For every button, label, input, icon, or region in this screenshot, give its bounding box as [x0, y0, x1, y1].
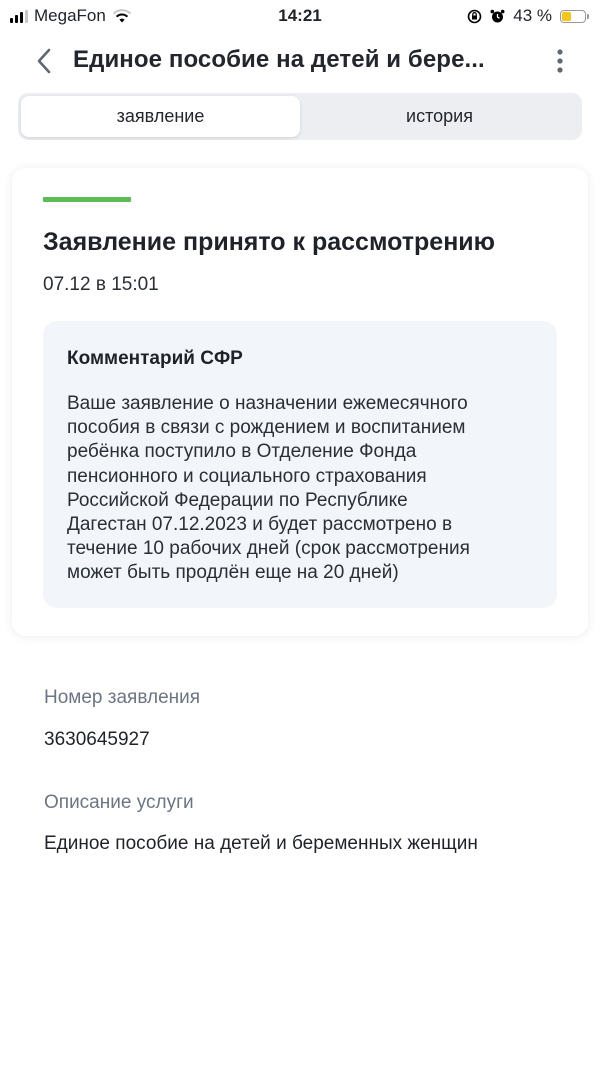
- battery-percent: 43 %: [513, 6, 552, 25]
- back-button[interactable]: [28, 46, 60, 76]
- battery-fill: [562, 11, 572, 21]
- comment-title: Комментарий СФР: [67, 348, 243, 369]
- status-indicator-bar: [43, 197, 131, 202]
- application-number-label: Номер заявления: [44, 687, 201, 708]
- chevron-left-icon: [37, 48, 51, 74]
- tab-application[interactable]: заявление: [21, 96, 300, 137]
- more-vertical-icon: [557, 49, 563, 73]
- orientation-lock-icon: [467, 9, 482, 23]
- status-bar: MegaFon 14:21 43 %: [0, 0, 600, 32]
- service-description-label: Описание услуги: [44, 792, 194, 813]
- app-header: Единое пособие на детей и бере...: [0, 34, 600, 88]
- segmented-tabs: заявление история: [18, 93, 582, 140]
- battery-icon: [560, 9, 589, 23]
- status-card: Заявление принято к рассмотрению 07.12 в…: [12, 168, 588, 636]
- status-title: Заявление принято к рассмотрению: [43, 228, 496, 256]
- alarm-icon: [490, 9, 505, 22]
- comment-box: Комментарий СФР Ваше заявление о назначе…: [43, 321, 557, 608]
- more-options-button[interactable]: [550, 47, 570, 75]
- comment-text: Ваше заявление о назначении ежемесячного…: [67, 393, 470, 584]
- tab-history[interactable]: история: [300, 96, 579, 137]
- status-bar-right: 43 %: [467, 6, 589, 26]
- page-title: Единое пособие на детей и бере...: [73, 46, 485, 73]
- application-number-value: 3630645927: [44, 729, 150, 750]
- service-description-value: Единое пособие на детей и беременных жен…: [44, 833, 478, 854]
- status-date: 07.12 в 15:01: [43, 274, 159, 295]
